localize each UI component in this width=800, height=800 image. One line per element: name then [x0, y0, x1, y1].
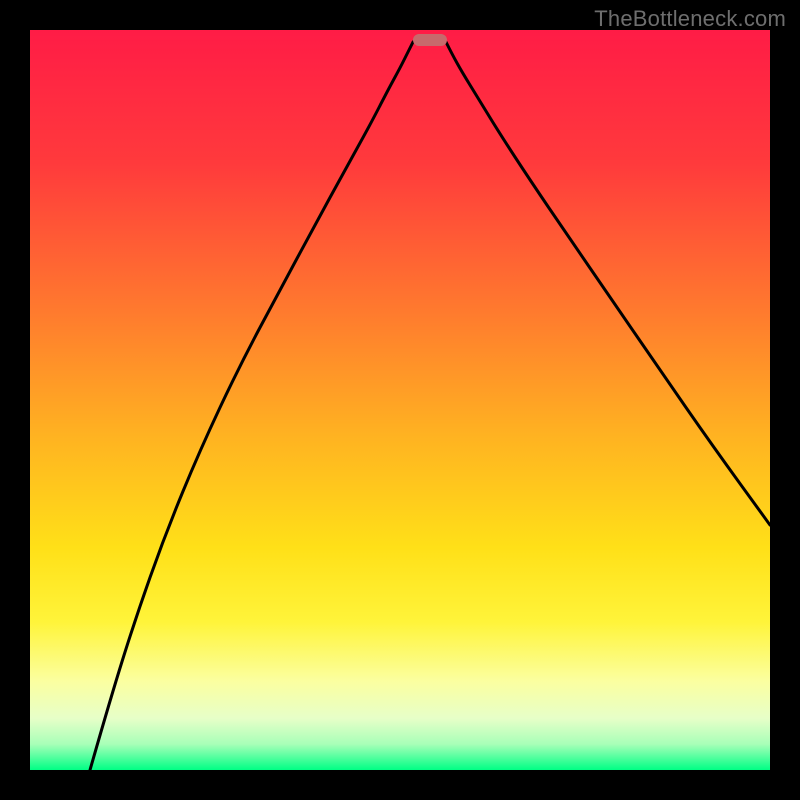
minimum-marker: [413, 34, 447, 46]
chart-svg: [30, 30, 770, 770]
chart-frame: [30, 30, 770, 770]
chart-background: [30, 30, 770, 770]
watermark-text: TheBottleneck.com: [594, 6, 786, 32]
